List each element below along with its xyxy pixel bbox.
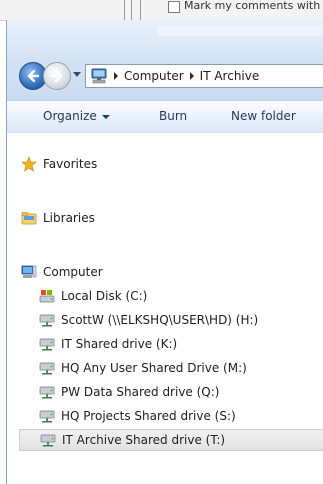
network-drive-icon: [39, 410, 55, 423]
computer-icon: [91, 68, 107, 84]
nav-drive-t-selected[interactable]: IT Archive Shared drive (T:): [19, 429, 323, 451]
blurred-background: [157, 26, 323, 36]
window-frame: [7, 20, 323, 58]
chevron-down-icon: [101, 114, 110, 119]
drive-label: IT Archive Shared drive (T:): [62, 433, 226, 447]
forward-arrow-icon: [50, 69, 63, 83]
breadcrumb-separator-icon[interactable]: [114, 72, 118, 80]
nav-drive-k[interactable]: IT Shared drive (K:): [39, 333, 177, 355]
network-drive-icon: [39, 338, 55, 351]
nav-computer-label: Computer: [43, 265, 103, 279]
drive-label: HQ Projects Shared drive (S:): [61, 409, 236, 423]
divider: [140, 0, 141, 20]
forward-button[interactable]: [43, 62, 71, 90]
nav-favorites-label: Favorites: [43, 157, 98, 171]
divider: [124, 0, 125, 20]
navigation-pane: Favorites Libraries Computer Local Disk …: [7, 133, 323, 484]
nav-drive-q[interactable]: PW Data Shared drive (Q:): [39, 381, 219, 403]
back-arrow-icon: [27, 69, 40, 83]
network-drive-icon: [40, 434, 56, 447]
drive-label: Local Disk (C:): [61, 289, 148, 303]
background-window: Mark my comments with: [0, 0, 323, 21]
drive-label: ScottW (\\ELKSHQ\USER\HD) (H:): [61, 313, 259, 327]
address-row: Computer IT Archive: [7, 58, 323, 92]
breadcrumb-it-archive[interactable]: IT Archive: [200, 69, 260, 83]
nav-libraries-label: Libraries: [43, 211, 95, 225]
address-bar[interactable]: Computer IT Archive: [85, 64, 323, 88]
nav-drive-s[interactable]: HQ Projects Shared drive (S:): [39, 405, 236, 427]
network-drive-icon: [39, 362, 55, 375]
libraries-folder-icon: [21, 212, 37, 225]
local-disk-icon: [39, 290, 55, 303]
drive-label: HQ Any User Shared Drive (M:): [61, 361, 247, 375]
organize-label: Organize: [43, 109, 97, 123]
nav-computer[interactable]: Computer: [21, 261, 103, 283]
star-icon: [21, 156, 37, 172]
drive-label: PW Data Shared drive (Q:): [61, 385, 220, 399]
mark-comments-label: Mark my comments with: [184, 0, 321, 12]
computer-icon: [21, 265, 37, 278]
nav-drive-c[interactable]: Local Disk (C:): [39, 285, 147, 307]
nav-favorites[interactable]: Favorites: [21, 153, 97, 175]
mark-comments-checkbox[interactable]: [168, 1, 180, 13]
drive-label: IT Shared drive (K:): [61, 337, 178, 351]
network-drive-icon: [39, 314, 55, 327]
nav-drive-m[interactable]: HQ Any User Shared Drive (M:): [39, 357, 247, 379]
command-bar: Organize Burn New folder: [7, 100, 323, 134]
recent-pages-dropdown-icon[interactable]: [73, 72, 81, 77]
breadcrumb-computer[interactable]: Computer: [124, 69, 184, 83]
breadcrumb-separator-icon[interactable]: [189, 72, 194, 80]
network-drive-icon: [39, 386, 55, 399]
explorer-window: Computer IT Archive Organize Burn New fo…: [6, 20, 323, 484]
nav-libraries[interactable]: Libraries: [21, 207, 95, 229]
burn-button[interactable]: Burn: [159, 109, 187, 123]
divider: [131, 0, 132, 20]
new-folder-button[interactable]: New folder: [231, 109, 296, 123]
nav-drive-h[interactable]: ScottW (\\ELKSHQ\USER\HD) (H:): [39, 309, 258, 331]
organize-button[interactable]: Organize: [43, 109, 110, 123]
